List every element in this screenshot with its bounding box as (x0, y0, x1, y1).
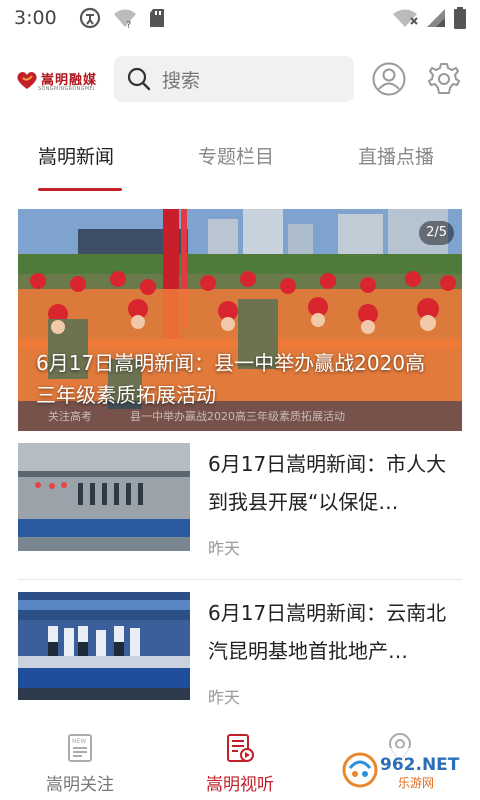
search-icon (127, 67, 151, 91)
status-time: 3:00 (14, 7, 57, 29)
news-list-item[interactable]: 6月17日嵩明新闻：云南北汽昆明基地首批地产… 昨天 (18, 592, 462, 720)
tab-special-columns[interactable]: 专题栏目 (198, 142, 274, 169)
cell-signal-icon (427, 9, 445, 27)
news-thumbnail (18, 592, 190, 700)
wifi-unknown-icon: ? (113, 9, 136, 29)
wifi-icon (393, 9, 418, 27)
logo-text: 嵩明融媒 (41, 72, 98, 88)
status-bar: 3:00 ? (0, 0, 480, 36)
news-title: 6月17日嵩明新闻：云南北汽昆明基地首批地产… (208, 601, 447, 663)
watermark-subtext: 乐游网 (398, 776, 434, 790)
logo-subtext: SONGMINGRONGMEI (38, 86, 95, 92)
user-avatar-icon[interactable] (372, 62, 406, 96)
news-time: 昨天 (208, 688, 241, 707)
app-logo[interactable]: 嵩明融媒 SONGMINGRONGMEI (16, 66, 104, 94)
app-header: 嵩明融媒 SONGMINGRONGMEI 搜索 (0, 52, 480, 106)
site-watermark: 962.NET 乐游网 (340, 748, 476, 792)
watermark-text: 962.NET (380, 755, 460, 775)
news-time: 昨天 (208, 539, 241, 558)
heart-logo-icon (17, 72, 37, 89)
nav-label: 嵩明关注 (46, 775, 114, 795)
news-title: 6月17日嵩明新闻：市人大到我县开展“以保促… (208, 452, 447, 514)
news-list-item[interactable]: 6月17日嵩明新闻：市人大到我县开展“以保促… 昨天 (18, 443, 462, 571)
search-placeholder: 搜索 (162, 69, 201, 92)
nav-songming-focus[interactable]: NEW 嵩明关注 (20, 732, 140, 795)
status-left-icons: ? (79, 7, 165, 29)
category-tabs: 嵩明新闻 专题栏目 直播点播 (0, 130, 480, 191)
featured-banner[interactable]: 2/5 关注高考 县一中举办赢战2020高三年级素质拓展活动 6月17日嵩明新闻… (18, 209, 462, 431)
tab-live-vod[interactable]: 直播点播 (358, 142, 434, 169)
active-tab-indicator (38, 188, 122, 191)
svg-text:NEW: NEW (72, 738, 86, 745)
status-right-icons (392, 7, 466, 29)
nav-label: 嵩明视听 (206, 775, 274, 795)
banner-title: 6月17日嵩明新闻：县一中举办赢战2020高三年级素质拓展活动 (36, 351, 426, 407)
sd-card-icon (149, 9, 164, 27)
accessibility-icon (79, 7, 100, 29)
nav-songming-audiovisual[interactable]: 嵩明视听 (180, 732, 300, 795)
list-divider (18, 579, 462, 580)
battery-icon (454, 7, 466, 29)
tab-songming-news[interactable]: 嵩明新闻 (38, 142, 114, 169)
video-list-icon (227, 734, 254, 762)
banner-page-counter: 2/5 (419, 221, 454, 245)
gear-icon[interactable] (428, 62, 460, 96)
news-thumbnail (18, 443, 190, 551)
search-input[interactable]: 搜索 (114, 56, 354, 102)
svg-text:?: ? (126, 20, 131, 29)
newspaper-icon: NEW (68, 734, 92, 762)
